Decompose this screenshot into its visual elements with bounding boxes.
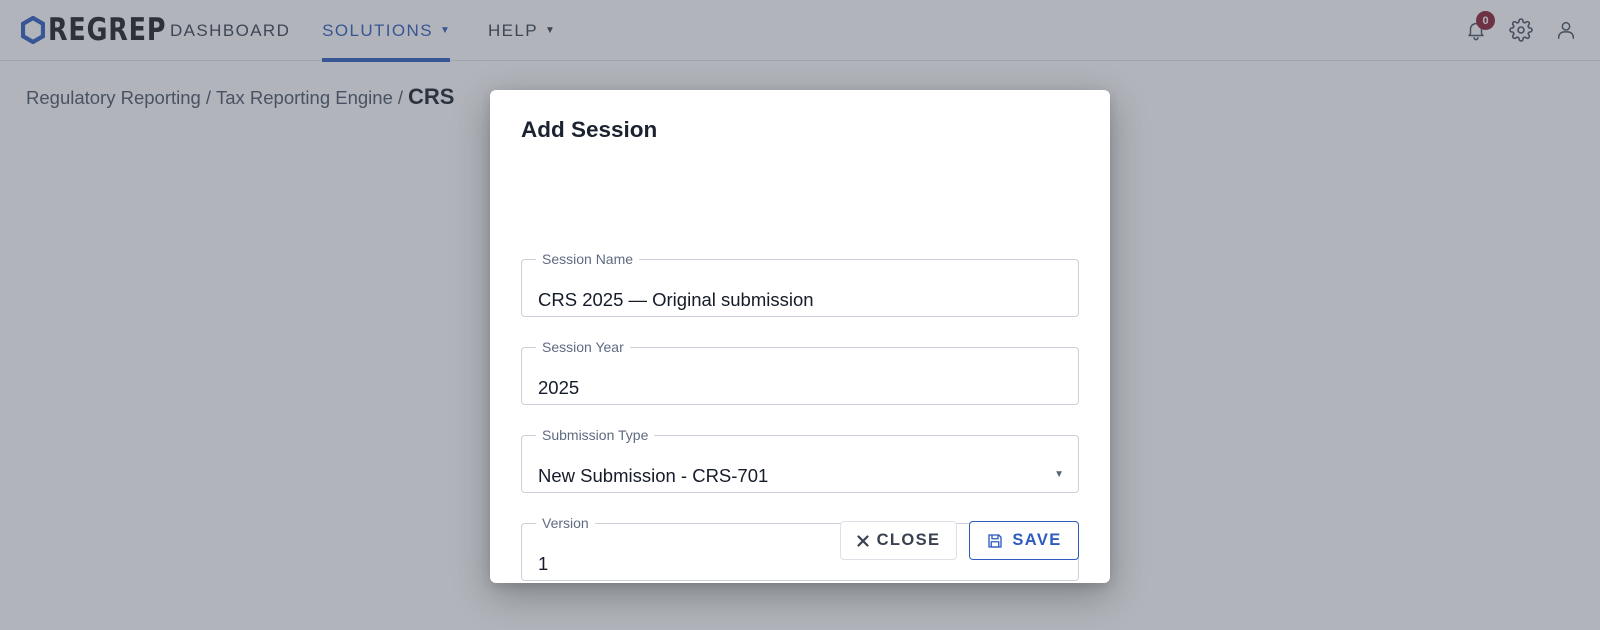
session-name-input[interactable]: CRS 2025 — Original submission bbox=[538, 289, 814, 311]
session-name-label: Session Name bbox=[542, 251, 634, 267]
session-year-field[interactable]: Session Year 2025 bbox=[521, 339, 1079, 405]
add-session-dialog: Add Session Session Name CRS 2025 — Orig… bbox=[490, 90, 1110, 583]
session-name-field[interactable]: Session Name CRS 2025 — Original submiss… bbox=[521, 251, 1079, 317]
floppy-disk-icon bbox=[986, 532, 1004, 550]
save-button-label: SAVE bbox=[1012, 531, 1062, 549]
submission-type-label: Submission Type bbox=[542, 427, 649, 443]
close-button[interactable]: CLOSE bbox=[840, 521, 957, 560]
close-icon bbox=[856, 534, 869, 547]
save-button[interactable]: SAVE bbox=[969, 521, 1079, 560]
version-label: Version bbox=[542, 515, 589, 531]
submission-type-value[interactable]: New Submission - CRS-701 bbox=[538, 465, 768, 487]
close-button-label: CLOSE bbox=[876, 531, 941, 549]
session-year-label: Session Year bbox=[542, 339, 624, 355]
version-input[interactable]: 1 bbox=[538, 553, 548, 575]
chevron-down-icon[interactable]: ▼ bbox=[1054, 469, 1064, 480]
session-year-input[interactable]: 2025 bbox=[538, 377, 579, 399]
dialog-title: Add Session bbox=[521, 117, 658, 142]
submission-type-select[interactable]: Submission Type New Submission - CRS-701… bbox=[521, 427, 1079, 493]
